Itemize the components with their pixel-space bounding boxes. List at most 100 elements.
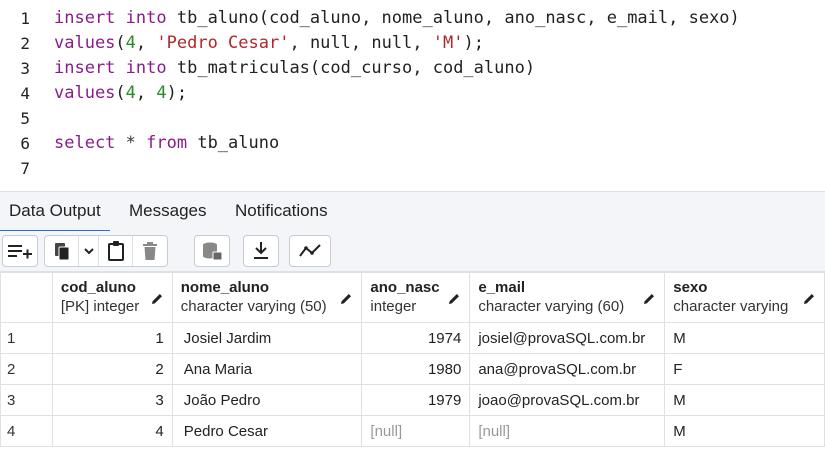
download-icon xyxy=(254,242,268,259)
column-name: sexo xyxy=(673,279,708,296)
row-number[interactable]: 1 xyxy=(0,322,53,354)
sql-text: , xyxy=(135,33,157,53)
save-group xyxy=(194,235,230,267)
sql-text: ); xyxy=(166,83,188,103)
sql-editor[interactable]: 1 2 3 4 5 6 7 insert into tb_aluno(cod_aluno, … xyxy=(0,0,825,190)
copy-icon xyxy=(54,243,69,261)
edit-column-button[interactable] xyxy=(642,292,656,311)
table-cell[interactable]: joao@provaSQL.com.br xyxy=(469,384,666,416)
column-header-cod-aluno[interactable]: cod_aluno [PK] integer xyxy=(51,272,173,323)
save-data-button[interactable] xyxy=(195,236,229,266)
table-cell[interactable]: [null] xyxy=(469,415,666,447)
line-number: 1 xyxy=(20,9,30,28)
table-cell[interactable]: 4 xyxy=(51,415,173,447)
edit-pencil-icon xyxy=(449,294,460,304)
column-name: e_mail xyxy=(478,279,526,296)
delete-button[interactable] xyxy=(133,236,167,266)
sql-keyword: insert xyxy=(54,8,116,28)
column-header-e-mail[interactable]: e_mail character varying (60) xyxy=(469,272,666,323)
column-header-ano-nasc[interactable]: ano_nasc integer xyxy=(361,272,471,323)
table-row[interactable]: 3 3 João Pedro 1979 joao@provaSQL.com.br M xyxy=(0,384,825,416)
column-header-row: cod_aluno [PK] integer nome_aluno character… xyxy=(0,272,825,323)
sql-text: ( xyxy=(115,33,126,53)
table-cell[interactable]: M xyxy=(664,415,825,447)
edit-pencil-icon xyxy=(804,294,814,304)
sql-text: tb_aluno xyxy=(187,133,280,153)
sql-text: , xyxy=(135,83,157,103)
code-line: values(4, 4); xyxy=(54,81,740,106)
table-cell[interactable]: 1979 xyxy=(361,384,471,416)
table-cell[interactable]: 2 xyxy=(51,353,173,385)
row-number[interactable]: 2 xyxy=(0,353,53,385)
sql-keyword: into xyxy=(125,58,167,78)
tab-messages[interactable]: Messages xyxy=(120,192,215,230)
paste-icon xyxy=(107,241,124,261)
line-number: 4 xyxy=(20,84,30,103)
code-line: insert into tb_aluno(cod_aluno, nome_alu… xyxy=(54,6,740,31)
edit-column-button[interactable] xyxy=(150,292,164,311)
download-button[interactable] xyxy=(244,236,278,266)
edit-pencil-icon xyxy=(151,294,162,304)
graph-icon xyxy=(299,244,321,257)
paste-button[interactable] xyxy=(99,236,133,266)
table-cell[interactable]: Josiel Jardim xyxy=(171,322,363,354)
table-row[interactable]: 1 1 Josiel Jardim 1974 josiel@provaSQL.com.b… xyxy=(0,322,825,354)
column-type: character varying (50) xyxy=(180,298,327,315)
result-table: cod_aluno [PK] integer nome_aluno character… xyxy=(0,272,825,447)
table-cell[interactable]: Ana Maria xyxy=(171,353,363,385)
table-row[interactable]: 4 4 Pedro Cesar [null] [null] M xyxy=(0,415,825,447)
line-number: 5 xyxy=(20,109,30,128)
table-cell[interactable]: 1 xyxy=(51,322,173,354)
edit-pencil-icon xyxy=(341,294,352,304)
tab-data-output[interactable]: Data Output xyxy=(0,192,110,232)
code-area[interactable]: insert into tb_aluno(cod_aluno, nome_alu… xyxy=(54,6,740,181)
sql-number: 4 xyxy=(156,83,167,103)
table-cell[interactable]: 1980 xyxy=(361,353,471,385)
sql-string: 'M' xyxy=(432,33,464,53)
add-row-button[interactable] xyxy=(3,236,37,266)
column-type: [PK] integer xyxy=(60,298,140,315)
delete-icon xyxy=(143,242,157,260)
graph-group xyxy=(289,235,331,267)
column-header-nome-aluno[interactable]: nome_aluno character varying (50) xyxy=(171,272,363,323)
table-cell[interactable]: M xyxy=(664,322,825,354)
graph-visualiser-button[interactable] xyxy=(290,236,330,266)
tab-notifications[interactable]: Notifications xyxy=(226,192,337,230)
table-cell[interactable]: M xyxy=(664,384,825,416)
save-data-icon xyxy=(203,242,223,261)
row-number[interactable]: 4 xyxy=(0,415,53,447)
column-type: character varying (60) xyxy=(478,298,625,315)
table-cell[interactable]: [null] xyxy=(361,415,471,447)
edit-column-button[interactable] xyxy=(802,292,816,311)
table-cell[interactable]: 1974 xyxy=(361,322,471,354)
sql-text: ( xyxy=(115,83,126,103)
sql-keyword: into xyxy=(125,8,167,28)
code-line: insert into tb_matriculas(cod_curso, cod… xyxy=(54,56,740,81)
copy-button[interactable] xyxy=(45,236,79,266)
code-line: values(4, 'Pedro Cesar', null, null, 'M'… xyxy=(54,31,740,56)
table-row[interactable]: 2 2 Ana Maria 1980 ana@provaSQL.com.br F xyxy=(0,353,825,385)
column-name: nome_aluno xyxy=(180,279,270,296)
sql-number: 4 xyxy=(125,83,136,103)
table-cell[interactable]: josiel@provaSQL.com.br xyxy=(469,322,666,354)
table-cell[interactable]: Pedro Cesar xyxy=(171,415,363,447)
add-row-group xyxy=(2,235,38,267)
row-number[interactable]: 3 xyxy=(0,384,53,416)
table-cell[interactable]: ana@provaSQL.com.br xyxy=(469,353,666,385)
table-cell[interactable]: 3 xyxy=(51,384,173,416)
edit-column-button[interactable] xyxy=(339,292,353,311)
edit-column-button[interactable] xyxy=(447,292,461,311)
column-type: character varying xyxy=(673,298,789,315)
table-cell[interactable]: João Pedro xyxy=(171,384,363,416)
line-number: 3 xyxy=(20,59,30,78)
table-cell[interactable]: F xyxy=(664,353,825,385)
copy-options-dropdown[interactable] xyxy=(79,236,99,266)
column-header-sexo[interactable]: sexo character varying xyxy=(664,272,825,323)
sql-text: , null, null, xyxy=(289,33,433,53)
chevron-down-icon xyxy=(83,248,94,255)
result-grid: cod_aluno [PK] integer nome_aluno character… xyxy=(0,272,825,447)
sql-text: ); xyxy=(463,33,484,53)
